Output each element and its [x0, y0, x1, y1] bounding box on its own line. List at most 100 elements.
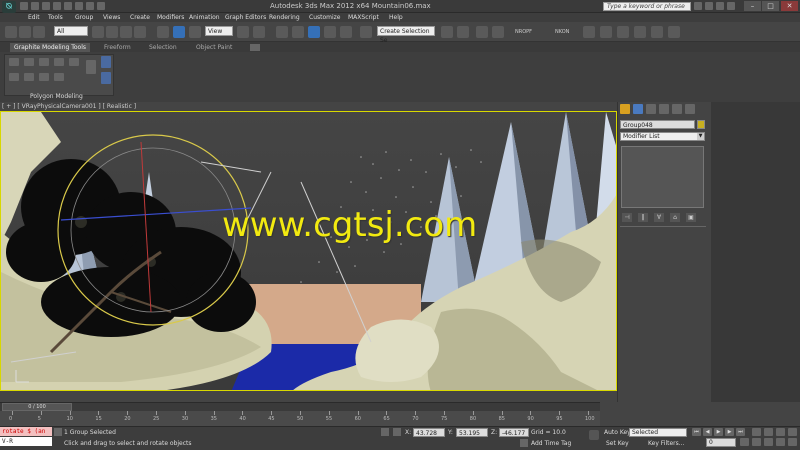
orbit-icon[interactable] [776, 438, 785, 446]
object-name-field[interactable]: Group048 [620, 120, 695, 129]
render-production-icon[interactable] [668, 26, 680, 38]
zoom-extents-icon[interactable] [776, 428, 785, 436]
mirror-icon[interactable] [441, 26, 453, 38]
zoom-all-icon[interactable] [764, 428, 773, 436]
nropf-label[interactable]: NROPF [515, 29, 532, 35]
time-configuration-icon[interactable] [740, 438, 749, 446]
fetch-icon[interactable] [86, 2, 94, 10]
go-to-start-icon[interactable]: ⏮ [692, 428, 701, 436]
edge-icon[interactable] [54, 58, 64, 66]
make-unique-button[interactable]: ∀ [654, 213, 664, 222]
show-end-result-button[interactable]: ‖ [638, 213, 648, 222]
material-editor-icon[interactable] [617, 26, 629, 38]
key-filters-button[interactable]: Key Filters... [648, 440, 685, 447]
select-by-name-icon[interactable] [106, 26, 118, 38]
selection-filter-dropdown[interactable]: All [54, 26, 88, 36]
render-setup-icon[interactable] [634, 26, 646, 38]
menu-tools[interactable]: Tools [48, 13, 63, 22]
modify-tab-icon[interactable] [633, 104, 643, 114]
ribbon-minimize-icon[interactable] [250, 44, 260, 51]
time-slider-thumb[interactable]: 0 / 100 [2, 403, 72, 411]
named-selection-dropdown[interactable]: Create Selection Se [377, 26, 435, 44]
display-tab-icon[interactable] [672, 104, 682, 114]
previous-frame-icon[interactable]: ◀ [703, 428, 712, 436]
vertex-icon[interactable] [39, 58, 49, 66]
previous-modifier-icon[interactable] [9, 58, 19, 66]
menu-customize[interactable]: Customize [309, 13, 341, 22]
move-icon[interactable] [157, 26, 169, 38]
lock-icon[interactable] [381, 428, 389, 436]
tab-graphite-modeling-tools[interactable]: Graphite Modeling Tools [10, 43, 91, 52]
menu-create[interactable]: Create [130, 13, 150, 22]
maxscript-listener-output[interactable]: rotate $ (an [0, 427, 52, 436]
menu-views[interactable]: Views [103, 13, 120, 22]
hold-icon[interactable] [75, 2, 83, 10]
next-modifier-icon[interactable] [24, 58, 34, 66]
zoom-icon[interactable] [752, 428, 761, 436]
redo-icon[interactable] [64, 2, 72, 10]
help-icon[interactable] [727, 2, 735, 10]
play-icon[interactable]: ▶ [714, 428, 723, 436]
polygon-icon[interactable] [9, 73, 19, 81]
time-tag-icon[interactable] [520, 439, 528, 447]
open-file-icon[interactable] [31, 2, 39, 10]
close-button[interactable]: ✕ [781, 1, 798, 11]
spinner-snap-icon[interactable] [340, 26, 352, 38]
percent-snap-icon[interactable] [324, 26, 336, 38]
menu-edit[interactable]: Edit [28, 13, 40, 22]
absolute-mode-icon[interactable] [393, 428, 401, 436]
maximize-viewport-icon[interactable] [788, 438, 797, 446]
field-of-view-icon[interactable] [752, 438, 761, 446]
show-end-result-icon[interactable] [54, 73, 64, 81]
search-input[interactable]: Type a keyword or phrase [603, 2, 691, 11]
app-logo-icon[interactable]: ⍉ [2, 1, 16, 13]
snaps-toggle-icon[interactable] [292, 26, 304, 38]
rendered-frame-window-icon[interactable] [651, 26, 663, 38]
set-key-button[interactable]: Set Key [606, 440, 629, 447]
pin-stack-button[interactable]: ⊣ [622, 213, 632, 222]
angle-snap-icon[interactable] [308, 26, 320, 38]
project-folder-icon[interactable] [97, 2, 105, 10]
remove-modifier-button[interactable]: ⌂ [670, 213, 680, 222]
maximize-button[interactable]: □ [762, 1, 779, 11]
graphite-toggle-icon[interactable] [492, 26, 504, 38]
auto-key-button[interactable]: Auto Key [604, 429, 631, 436]
menu-modifiers[interactable]: Modifiers [157, 13, 184, 22]
configure-modifier-sets-button[interactable]: ▣ [686, 213, 696, 222]
menu-group[interactable]: Group [75, 13, 93, 22]
object-color-swatch[interactable] [697, 120, 705, 129]
x-coordinate-field[interactable]: 43.728 [413, 428, 445, 437]
menu-rendering[interactable]: Rendering [269, 13, 300, 22]
y-coordinate-field[interactable]: 53.195 [456, 428, 488, 437]
schematic-view-icon[interactable] [600, 26, 612, 38]
menu-animation[interactable]: Animation [189, 13, 220, 22]
tab-object-paint[interactable]: Object Paint [192, 43, 236, 52]
polygon-modeling-label[interactable]: Polygon Modeling [30, 93, 83, 100]
tab-freeform[interactable]: Freeform [100, 43, 135, 52]
reference-coordinate-dropdown[interactable]: View [205, 26, 233, 36]
perspective-viewport[interactable] [0, 111, 617, 391]
layer-manager-icon[interactable] [476, 26, 488, 38]
chevron-down-icon[interactable]: ▼ [697, 133, 704, 140]
undo-icon[interactable] [53, 2, 61, 10]
selection-lock-icon[interactable] [54, 428, 62, 436]
menu-graph-editors[interactable]: Graph Editors [225, 13, 266, 22]
curve-editor-icon[interactable] [583, 26, 595, 38]
bind-space-warp-icon[interactable] [33, 26, 45, 38]
time-slider[interactable] [0, 402, 600, 411]
save-file-icon[interactable] [42, 2, 50, 10]
current-frame-field[interactable]: 0 [706, 438, 736, 447]
select-manipulate-icon[interactable] [253, 26, 265, 38]
scale-icon[interactable] [189, 26, 201, 38]
element-icon[interactable] [24, 73, 34, 81]
modifier-stack[interactable] [621, 146, 704, 208]
pan-view-icon[interactable] [764, 438, 773, 446]
new-file-icon[interactable] [20, 2, 28, 10]
modify-mode-icon[interactable] [86, 60, 96, 74]
create-tab-icon[interactable] [620, 104, 630, 114]
modifier-list-dropdown[interactable]: Modifier List [620, 132, 705, 141]
zoom-extents-all-icon[interactable] [788, 428, 797, 436]
menu-help[interactable]: Help [389, 13, 403, 22]
border-icon[interactable] [69, 58, 79, 66]
viewport-label[interactable]: [ + ] [ VRayPhysicalCamera001 ] [ Realis… [2, 103, 136, 110]
